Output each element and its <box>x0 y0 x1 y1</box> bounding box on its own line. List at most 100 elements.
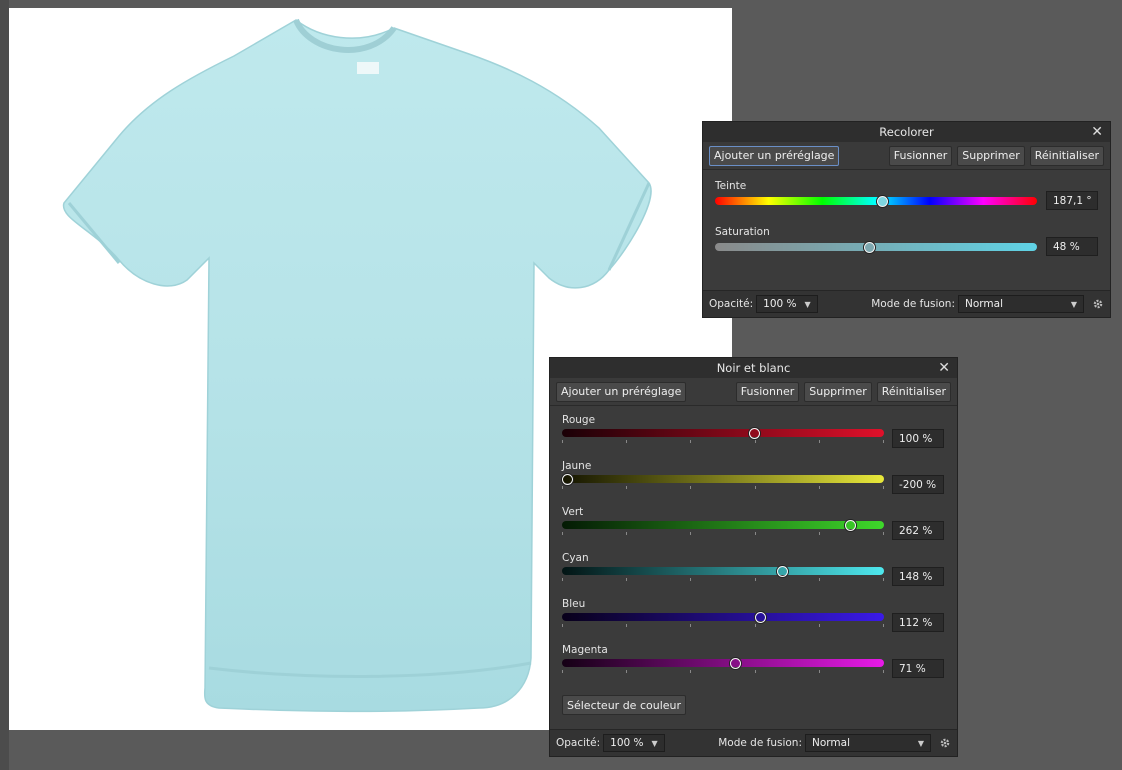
slider-tick <box>754 440 756 443</box>
channel-slider-track[interactable] <box>562 659 884 667</box>
gear-icon[interactable] <box>939 737 951 749</box>
slider-tick <box>754 532 756 535</box>
channel-value-field[interactable]: 112 % <box>892 613 944 632</box>
slider-tick <box>690 532 692 535</box>
channel-label: Magenta <box>562 644 608 656</box>
bw-channel-row-magenta: Magenta 71 % <box>560 640 947 686</box>
channel-value-field[interactable]: -200 % <box>892 475 944 494</box>
slider-tick <box>626 624 628 627</box>
slider-tick <box>883 486 884 489</box>
channel-label: Cyan <box>562 552 589 564</box>
reset-button[interactable]: Réinitialiser <box>876 381 951 402</box>
slider-tick <box>818 578 820 581</box>
hue-value-field[interactable]: 187,1 ° <box>1046 191 1098 210</box>
slider-ticks <box>562 624 884 628</box>
blend-mode-value: Normal <box>965 298 1003 310</box>
bw-channel-row-cyan: Cyan 148 % <box>560 548 947 594</box>
slider-tick <box>818 670 820 673</box>
opacity-select[interactable]: 100 % ▼ <box>756 295 818 313</box>
merge-button[interactable]: Fusionner <box>735 381 800 402</box>
bw-channel-row-bleu: Bleu 112 % <box>560 594 947 640</box>
recolor-panel: Recolorer ✕ Ajouter un préréglage Fusion… <box>702 121 1111 318</box>
recolor-title-bar[interactable]: Recolorer ✕ <box>703 122 1110 142</box>
channel-label: Rouge <box>562 414 596 426</box>
bw-channel-row-vert: Vert 262 % <box>560 502 947 548</box>
slider-tick <box>754 670 756 673</box>
recolor-body: Teinte 187,1 ° Saturation 48 % <box>703 170 1110 268</box>
slider-tick <box>754 624 756 627</box>
bw-title-bar[interactable]: Noir et blanc ✕ <box>550 358 957 378</box>
opacity-value: 100 % <box>763 298 797 310</box>
slider-tick <box>883 532 884 535</box>
bw-toolbar: Ajouter un préréglage Fusionner Supprime… <box>550 378 957 406</box>
channel-slider-knob[interactable] <box>845 519 856 531</box>
slider-tick <box>626 578 628 581</box>
saturation-label: Saturation <box>715 226 770 238</box>
slider-tick <box>690 670 692 673</box>
channel-slider-track[interactable] <box>562 429 884 437</box>
canvas-edge <box>0 0 9 770</box>
delete-button[interactable]: Supprimer <box>804 381 872 402</box>
black-white-panel: Noir et blanc ✕ Ajouter un préréglage Fu… <box>549 357 958 757</box>
channel-label: Jaune <box>562 460 592 472</box>
slider-tick <box>883 578 884 581</box>
color-picker-button[interactable]: Sélecteur de couleur <box>562 695 687 715</box>
slider-tick <box>562 578 563 581</box>
opacity-label: Opacité: <box>556 737 601 749</box>
slider-ticks <box>562 440 884 444</box>
channel-value-field[interactable]: 262 % <box>892 521 944 540</box>
delete-button[interactable]: Supprimer <box>957 145 1025 166</box>
channel-value-field[interactable]: 100 % <box>892 429 944 448</box>
saturation-row: Saturation 48 % <box>713 222 1100 268</box>
merge-button[interactable]: Fusionner <box>888 145 953 166</box>
channel-slider-track[interactable] <box>562 613 884 621</box>
channel-value-field[interactable]: 148 % <box>892 567 944 586</box>
slider-tick <box>690 578 692 581</box>
recolor-toolbar: Ajouter un préréglage Fusionner Supprime… <box>703 142 1110 170</box>
channel-slider-track[interactable] <box>562 567 884 575</box>
channel-slider-knob[interactable] <box>754 611 766 623</box>
bw-body: Rouge 100 % Jaune -200 % Vert 262 % Cyan 148 % B… <box>550 406 957 686</box>
saturation-slider-track[interactable] <box>715 243 1037 251</box>
saturation-slider-knob[interactable] <box>864 241 876 253</box>
channel-slider-knob[interactable] <box>776 565 788 577</box>
opacity-select[interactable]: 100 % ▼ <box>603 734 665 752</box>
blend-mode-select[interactable]: Normal ▼ <box>805 734 931 752</box>
channel-slider-track[interactable] <box>562 521 884 529</box>
hue-row: Teinte 187,1 ° <box>713 176 1100 222</box>
slider-ticks <box>562 486 884 490</box>
channel-slider-knob[interactable] <box>748 427 760 439</box>
hue-slider-knob[interactable] <box>876 195 888 207</box>
slider-tick <box>626 440 628 443</box>
chevron-down-icon: ▼ <box>1070 299 1077 309</box>
reset-button[interactable]: Réinitialiser <box>1029 145 1104 166</box>
channel-slider-knob[interactable] <box>729 657 741 669</box>
slider-tick <box>626 532 628 535</box>
slider-tick <box>562 440 563 443</box>
slider-ticks <box>562 578 884 582</box>
slider-tick <box>883 440 884 443</box>
slider-tick <box>754 486 756 489</box>
chevron-down-icon: ▼ <box>651 738 658 748</box>
hue-label: Teinte <box>715 180 747 192</box>
close-icon[interactable]: ✕ <box>938 360 950 376</box>
slider-tick <box>818 440 820 443</box>
add-preset-button[interactable]: Ajouter un préréglage <box>556 381 687 402</box>
close-icon[interactable]: ✕ <box>1091 124 1103 140</box>
add-preset-button[interactable]: Ajouter un préréglage <box>709 145 840 166</box>
saturation-value-field[interactable]: 48 % <box>1046 237 1098 256</box>
bw-footer: Opacité: 100 % ▼ Mode de fusion: Normal … <box>550 729 957 756</box>
bw-channel-row-rouge: Rouge 100 % <box>560 410 947 456</box>
bw-title: Noir et blanc <box>716 361 791 375</box>
blend-mode-select[interactable]: Normal ▼ <box>958 295 1084 313</box>
channel-slider-knob[interactable] <box>562 473 573 485</box>
chevron-down-icon: ▼ <box>917 738 924 748</box>
channel-value-field[interactable]: 71 % <box>892 659 944 678</box>
slider-tick <box>883 624 884 627</box>
slider-ticks <box>562 670 884 674</box>
channel-slider-track[interactable] <box>562 475 884 483</box>
slider-tick <box>626 486 628 489</box>
opacity-value: 100 % <box>610 737 644 749</box>
blend-mode-label: Mode de fusion: <box>871 298 955 310</box>
gear-icon[interactable] <box>1092 298 1104 310</box>
